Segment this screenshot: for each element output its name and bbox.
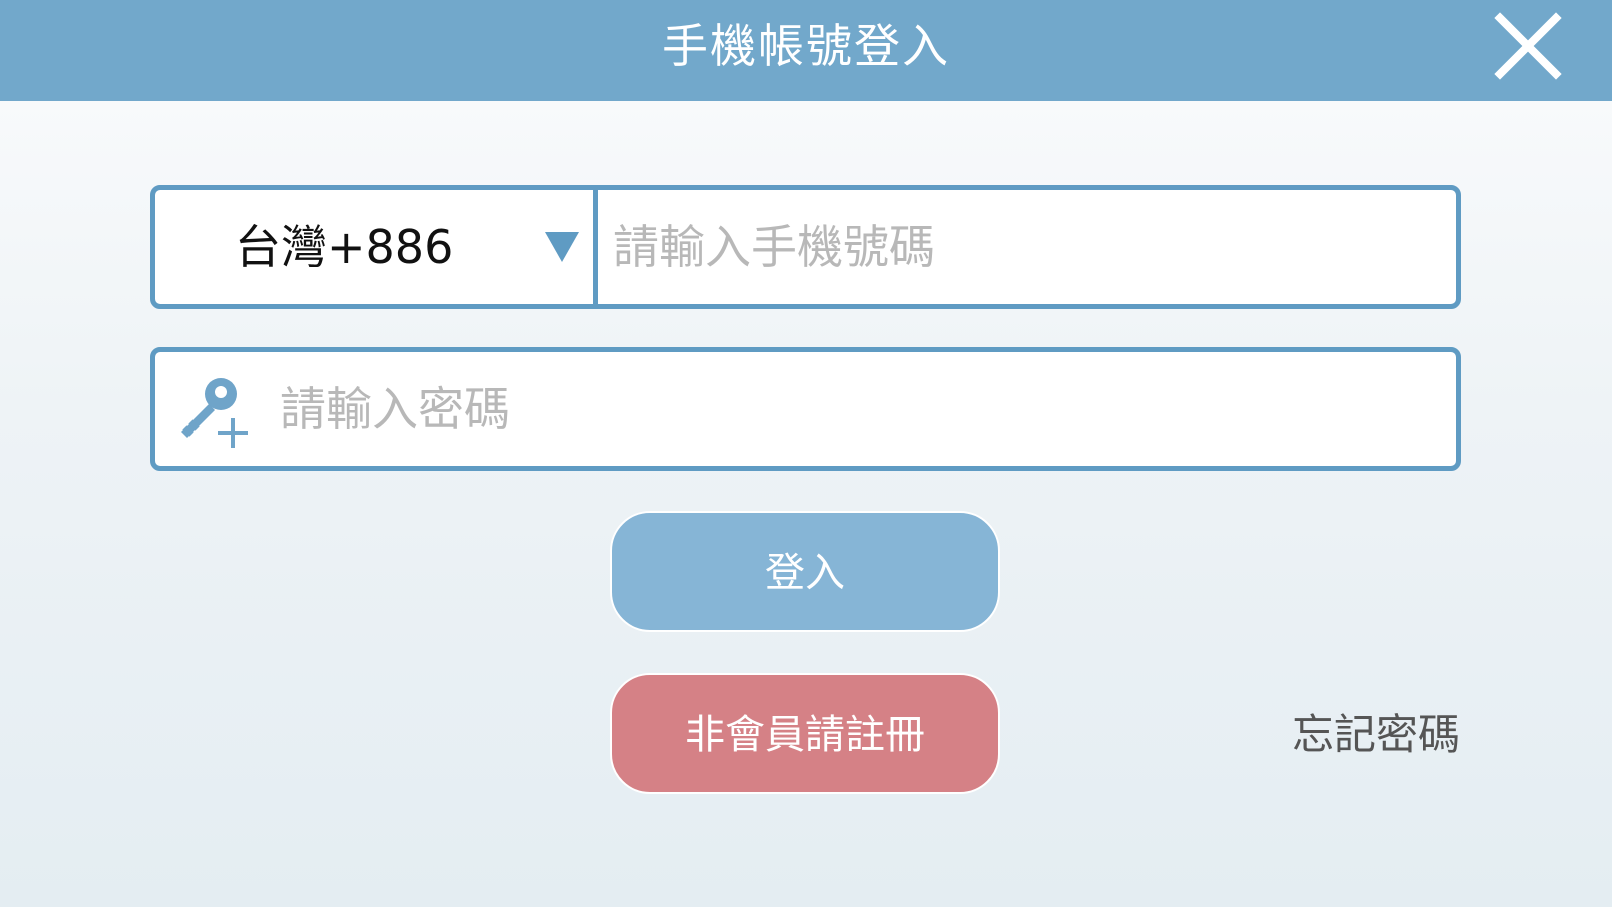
password-input[interactable] bbox=[280, 352, 1450, 466]
close-icon bbox=[1494, 12, 1562, 80]
key-plus-icon bbox=[181, 378, 248, 448]
phone-input-group: 台灣+886 bbox=[150, 185, 1461, 309]
password-input-group bbox=[150, 347, 1461, 471]
header-bar: 手機帳號登入 bbox=[0, 0, 1612, 101]
triangle-down-icon bbox=[545, 232, 579, 262]
register-button[interactable]: 非會員請註冊 bbox=[610, 673, 1000, 794]
country-code-label: 台灣+886 bbox=[235, 220, 454, 274]
close-button[interactable] bbox=[1490, 8, 1566, 84]
phone-number-input[interactable] bbox=[598, 190, 1456, 304]
login-button[interactable]: 登入 bbox=[610, 511, 1000, 632]
forgot-password-link[interactable]: 忘記密碼 bbox=[1290, 705, 1460, 765]
country-code-select[interactable]: 台灣+886 bbox=[155, 190, 598, 304]
page-title: 手機帳號登入 bbox=[662, 19, 950, 73]
